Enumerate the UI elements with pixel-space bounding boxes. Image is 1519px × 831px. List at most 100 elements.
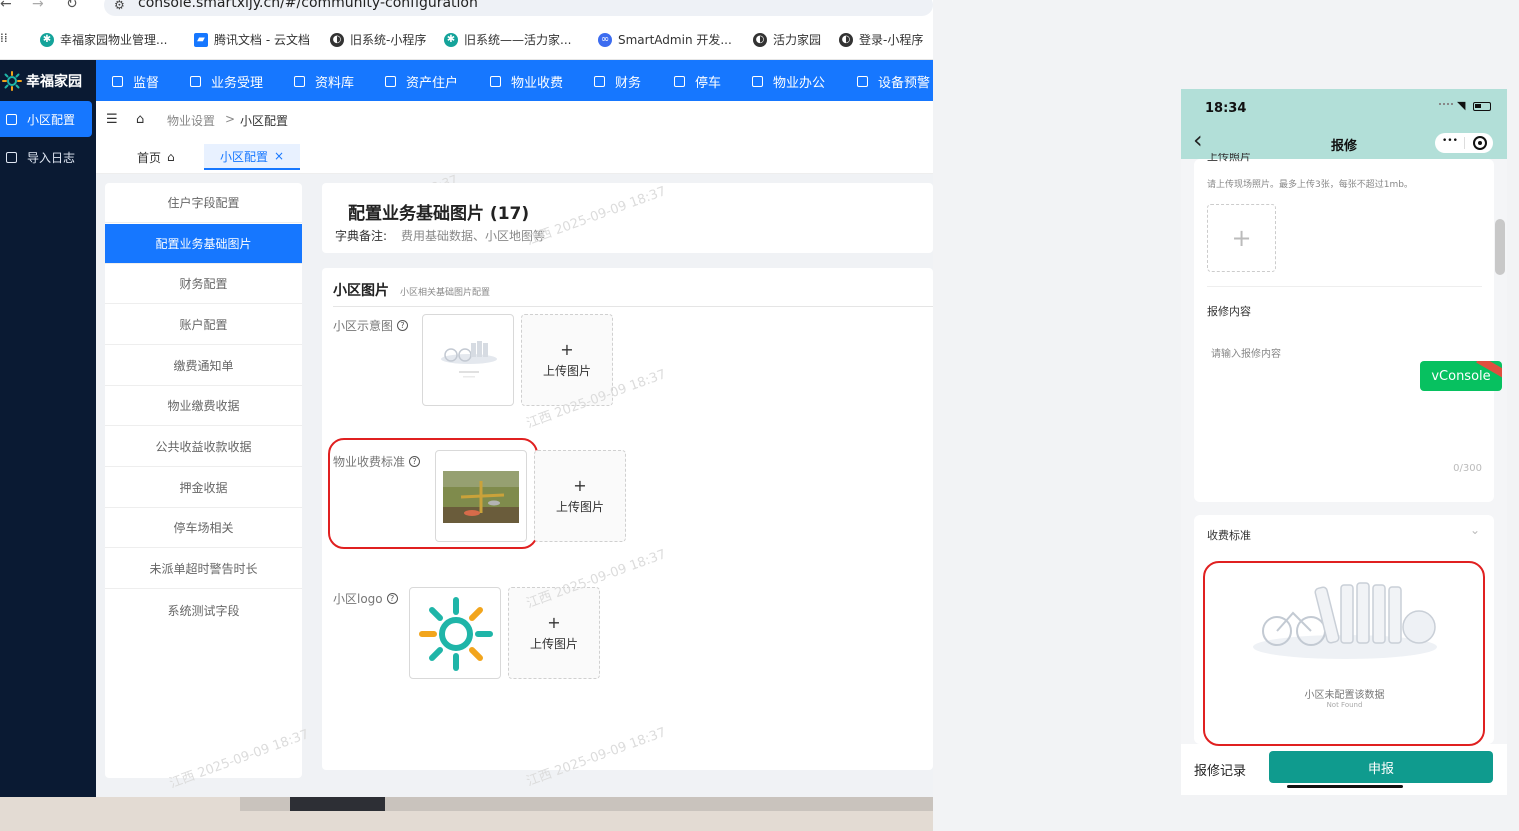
remark-value: 费用基础数据、小区地图等 xyxy=(401,229,546,243)
submit-button[interactable]: 申报 xyxy=(1269,751,1493,783)
watermark: 江西 2025-09-09 18:37 xyxy=(524,725,669,790)
photo-hint: 请上传现场照片。最多上传3张，每张不超过1mb。 xyxy=(1207,180,1413,190)
nav-icon xyxy=(294,76,305,87)
nav-icon xyxy=(190,76,201,87)
help-icon[interactable]: ? xyxy=(397,320,409,331)
menu-item[interactable]: 住户字段配置 xyxy=(105,183,302,223)
section-divider xyxy=(333,306,933,307)
signal-icon xyxy=(1439,103,1453,105)
desktop-taskbar xyxy=(0,797,933,831)
breadcrumb: ☰ ⌂ 物业设置 > 小区配置 xyxy=(96,101,933,138)
nav-item-office[interactable]: 物业办公 xyxy=(752,72,825,91)
close-miniprogram-icon[interactable] xyxy=(1473,136,1487,150)
breadcrumb-separator: > xyxy=(225,112,236,126)
bookmark-favicon-icon: ∞ xyxy=(598,32,612,47)
nav-item-finance[interactable]: 财务 xyxy=(594,72,641,91)
phone-footer: 报修记录 申报 xyxy=(1181,744,1507,795)
menu-item[interactable]: 停车场相关 xyxy=(105,508,302,548)
apps-grid-icon[interactable]: ⁞⁞ xyxy=(0,31,8,45)
admin-browser-window: ← → ↻ ⚙ console.smartxijy.cn/#/community… xyxy=(0,0,933,797)
repair-content-label: 报修内容 xyxy=(1207,305,1251,318)
logo-thumbnail[interactable] xyxy=(409,587,501,679)
url-field[interactable]: ⚙ console.smartxijy.cn/#/community-confi… xyxy=(104,0,933,16)
home-icon[interactable]: ⌂ xyxy=(136,112,144,127)
wifi-icon: ◥ xyxy=(1457,99,1466,112)
menu-item[interactable]: 账户配置 xyxy=(105,305,302,345)
section-title: 小区图片 xyxy=(333,283,389,299)
close-icon[interactable]: × xyxy=(274,149,284,163)
nav-item-fees[interactable]: 物业收费 xyxy=(490,72,563,91)
bookmark-item[interactable]: ✱ 幸福家园物业管理... xyxy=(40,31,167,48)
char-counter: 0/300 xyxy=(1453,463,1482,474)
plus-icon: + xyxy=(1231,224,1252,252)
sidebar-item-community-config[interactable]: 小区配置 xyxy=(0,101,92,137)
photo-upload-button[interactable]: + xyxy=(1207,204,1276,272)
battery-icon xyxy=(1473,102,1491,111)
menu-item[interactable]: 未派单超时警告时长 xyxy=(105,549,302,589)
menu-item[interactable]: 财务配置 xyxy=(105,264,302,304)
breadcrumb-parent[interactable]: 物业设置 xyxy=(167,112,215,129)
illustration-icon xyxy=(441,341,497,378)
upload-button-logo[interactable]: + 上传图片 xyxy=(508,587,600,679)
menu-item[interactable]: 押金收据 xyxy=(105,468,302,508)
menu-item-active[interactable]: 配置业务基础图片 xyxy=(105,224,302,264)
menu-item[interactable]: 公共收益收款收据 xyxy=(105,427,302,467)
forward-arrow-icon[interactable]: → xyxy=(32,0,44,12)
nav-icon xyxy=(112,76,123,87)
nav-item-alerts[interactable]: 设备预警 xyxy=(857,72,930,91)
nav-item-assets[interactable]: 资产住户 xyxy=(385,72,458,91)
nav-item-business[interactable]: 业务受理 xyxy=(190,72,263,91)
nav-item-supervision[interactable]: 监督 xyxy=(112,72,159,91)
page-tabs: 首页 ⌂ 小区配置 × xyxy=(96,138,933,174)
menu-item[interactable]: 物业缴费收据 xyxy=(105,386,302,426)
alarm-icon xyxy=(857,76,868,87)
back-arrow-icon[interactable]: ← xyxy=(0,0,12,12)
community-map-thumbnail[interactable] xyxy=(422,314,514,406)
bookmark-item[interactable]: ◐ 活力家园 xyxy=(753,31,821,48)
bookmark-item[interactable]: ◐ 旧系统-小程序 xyxy=(330,31,426,48)
tab-community-config[interactable]: 小区配置 × xyxy=(204,144,301,170)
help-icon[interactable]: ? xyxy=(409,456,421,467)
repair-content-input[interactable]: 请输入报修内容 0/300 xyxy=(1207,333,1482,483)
monitor-icon xyxy=(752,76,763,87)
panel-header: 配置业务基础图片 (17) 字典备注: 费用基础数据、小区地图等 江西 2025… xyxy=(322,183,933,253)
repair-records-button[interactable]: 报修记录 xyxy=(1194,760,1246,779)
plus-icon: + xyxy=(560,339,574,359)
logo-text: 幸福家园 xyxy=(26,73,82,90)
phone-status-bar: 18:34 ◥ xyxy=(1181,89,1507,125)
menu-item[interactable]: 系统测试字段 xyxy=(105,590,302,630)
bookmark-item[interactable]: ✱ 旧系统——活力家... xyxy=(444,31,571,48)
chevron-down-icon[interactable]: ⌄ xyxy=(1470,523,1480,537)
globe-icon: ◐ xyxy=(839,32,853,47)
nav-item-library[interactable]: 资料库 xyxy=(294,72,354,91)
bookmark-item[interactable]: ◐ 登录-小程序 xyxy=(839,31,923,48)
community-logo-icon xyxy=(419,597,493,671)
bookmarks-bar: ⁞⁞ ✱ 幸福家园物业管理... ▰ 腾讯文档 - 云文档 ◐ 旧系统-小程序 ✱ 旧系… xyxy=(0,20,933,60)
bookmark-favicon-icon: ✱ xyxy=(40,32,54,47)
fee-standard-thumbnail[interactable] xyxy=(435,450,527,542)
menu-item[interactable]: 缴费通知单 xyxy=(105,346,302,386)
globe-icon: ◐ xyxy=(330,32,344,47)
nav-icon xyxy=(594,76,605,87)
site-settings-icon[interactable]: ⚙ xyxy=(114,0,125,14)
capsule-menu[interactable]: ••• xyxy=(1435,133,1493,153)
more-icon[interactable]: ••• xyxy=(1442,136,1458,146)
photo-label: 上传照片 xyxy=(1207,153,1251,163)
help-icon[interactable]: ? xyxy=(386,593,398,604)
upload-button-community-map[interactable]: + 上传图片 xyxy=(521,314,613,406)
bookmark-item[interactable]: ∞ SmartAdmin 开发... xyxy=(598,31,732,48)
status-time: 18:34 xyxy=(1205,101,1247,116)
page-title: 配置业务基础图片 (17) xyxy=(348,204,530,224)
bookmark-item[interactable]: ▰ 腾讯文档 - 云文档 xyxy=(194,31,310,48)
vconsole-button[interactable]: vConsole xyxy=(1420,361,1502,391)
nav-item-parking[interactable]: 停车 xyxy=(674,72,721,91)
app-logo[interactable]: 幸福家园 xyxy=(0,60,96,101)
scrollbar[interactable] xyxy=(1495,219,1505,275)
repair-content-placeholder: 请输入报修内容 xyxy=(1211,349,1281,360)
upload-button-fee-standard[interactable]: + 上传图片 xyxy=(534,450,626,542)
watermark: 江西 2025-09-09 18:37 xyxy=(167,727,312,792)
tab-home[interactable]: 首页 ⌂ xyxy=(137,144,175,170)
reload-icon[interactable]: ↻ xyxy=(66,0,78,12)
collapse-menu-icon[interactable]: ☰ xyxy=(106,112,118,127)
sidebar-item-import-log[interactable]: 导入日志 xyxy=(0,139,92,175)
